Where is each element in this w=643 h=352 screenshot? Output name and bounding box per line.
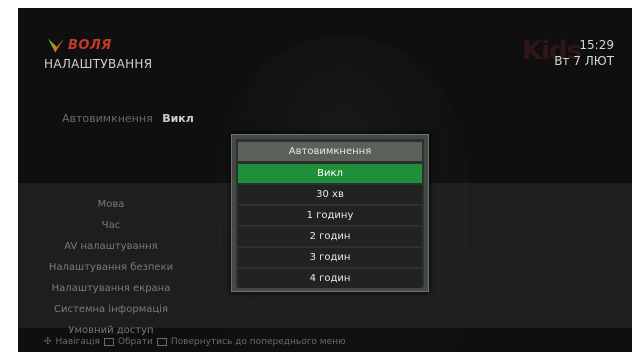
menu-item-language[interactable]: Мова bbox=[18, 194, 204, 215]
logo-text: ВОЛЯ bbox=[68, 38, 112, 53]
auto-off-dialog: Автовимкнення Викл 30 хв 1 годину 2 годи… bbox=[231, 134, 429, 292]
nav-hint: Навігація bbox=[55, 337, 100, 347]
clock-time: 15:29 bbox=[579, 38, 614, 52]
current-setting-value: Викл bbox=[162, 112, 194, 125]
menu-item-system-info[interactable]: Системна інформація bbox=[18, 299, 204, 320]
navigation-icon: ✣ bbox=[44, 337, 52, 347]
tv-frame: ВОЛЯ НАЛАШТУВАННЯ Kids 15:29 Вт 7 ЛЮТ Ав… bbox=[18, 8, 632, 352]
option-30-min[interactable]: 30 хв bbox=[238, 185, 422, 204]
select-hint: Обрати bbox=[117, 337, 153, 347]
back-hint: Повернутись до попереднього меню bbox=[170, 337, 346, 347]
menu-item-time[interactable]: Час bbox=[18, 215, 204, 236]
dialog-title: Автовимкнення bbox=[238, 142, 422, 161]
menu-item-screen[interactable]: Налаштування екрана bbox=[18, 278, 204, 299]
menu-item-av[interactable]: AV налаштування bbox=[18, 236, 204, 257]
option-off[interactable]: Викл bbox=[238, 164, 422, 183]
option-4-hours[interactable]: 4 годин bbox=[238, 269, 422, 288]
option-2-hours[interactable]: 2 годин bbox=[238, 227, 422, 246]
clock-date: Вт 7 ЛЮТ bbox=[554, 54, 614, 68]
option-1-hour[interactable]: 1 годину bbox=[238, 206, 422, 225]
settings-menu: Мова Час AV налаштування Налаштування бе… bbox=[18, 194, 204, 341]
current-setting: Автовимкнення Викл bbox=[62, 112, 194, 125]
option-3-hours[interactable]: 3 годин bbox=[238, 248, 422, 267]
brand-logo: ВОЛЯ bbox=[48, 38, 112, 53]
footer-hints: ✣ Навігація Обрати Повернутись до попере… bbox=[44, 337, 346, 347]
menu-item-security[interactable]: Налаштування безпеки bbox=[18, 257, 204, 278]
logo-leaf-icon bbox=[48, 38, 64, 53]
ok-button-icon bbox=[103, 338, 114, 346]
screen: ВОЛЯ НАЛАШТУВАННЯ Kids 15:29 Вт 7 ЛЮТ Ав… bbox=[0, 0, 643, 352]
page-title: НАЛАШТУВАННЯ bbox=[44, 57, 153, 71]
back-button-icon bbox=[156, 338, 167, 346]
clock: 15:29 Вт 7 ЛЮТ bbox=[554, 37, 614, 69]
current-setting-label: Автовимкнення bbox=[62, 112, 153, 125]
